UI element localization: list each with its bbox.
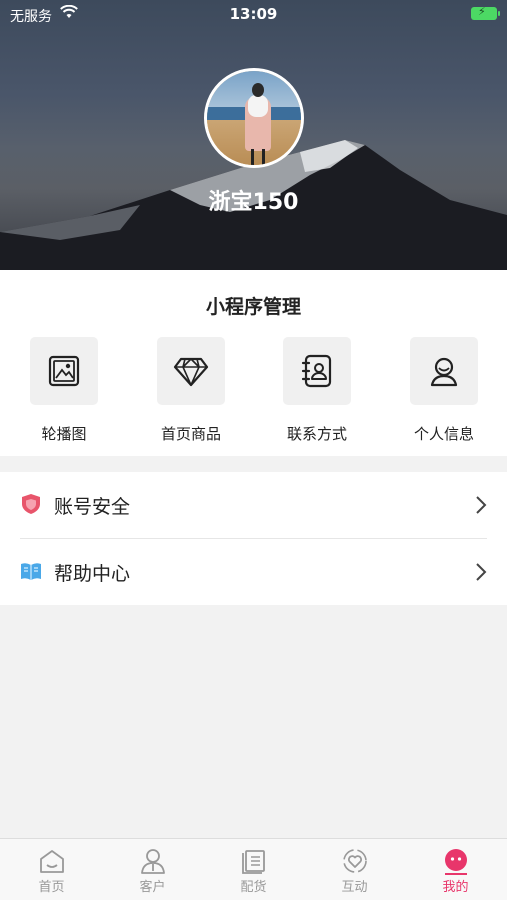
- status-time: 13:09: [229, 5, 278, 23]
- menu-item-label: 账号安全: [54, 496, 131, 518]
- person-icon: [430, 357, 458, 387]
- tab-label: 首页: [38, 880, 65, 895]
- profile-header: 无服务 13:09 ⚡ 浙宝150: [0, 0, 507, 270]
- clipboard-icon: [242, 850, 265, 874]
- mini-program-management-section: 小程序管理 轮播图 首页商品 联系方式 个人信息: [0, 270, 507, 456]
- heart-interaction-icon: [343, 849, 367, 873]
- menu-item-help-center[interactable]: 帮助中心: [0, 539, 507, 605]
- tab-label: 互动: [341, 880, 368, 895]
- image-carousel-icon: [48, 355, 80, 387]
- tab-label: 客户: [139, 880, 166, 895]
- tab-customers[interactable]: 客户: [102, 839, 203, 900]
- status-bar: 无服务 13:09 ⚡: [0, 0, 507, 28]
- bottom-tab-bar: 首页 客户 配货 互动 我的: [0, 838, 507, 900]
- grid-item-personal-info[interactable]: 个人信息: [394, 337, 494, 447]
- tab-interaction[interactable]: 互动: [304, 839, 405, 900]
- battery-icon: ⚡: [471, 5, 500, 20]
- grid-item-label: 个人信息: [413, 425, 474, 443]
- customer-icon: [141, 849, 165, 874]
- menu-item-account-security[interactable]: 账号安全: [0, 472, 507, 539]
- shield-icon: [22, 494, 40, 514]
- grid-item-home-products[interactable]: 首页商品: [141, 337, 241, 447]
- tab-label: 配货: [240, 880, 267, 895]
- tab-distribution[interactable]: 配货: [203, 839, 304, 900]
- chevron-right-icon: [476, 496, 487, 514]
- username: 浙宝150: [208, 190, 299, 215]
- diamond-icon: [173, 357, 209, 387]
- grid-item-label: 轮播图: [41, 425, 87, 443]
- grid-item-label: 联系方式: [286, 425, 347, 443]
- grid-item-carousel[interactable]: 轮播图: [14, 337, 114, 447]
- section-title: 小程序管理: [205, 296, 301, 318]
- contacts-book-icon: [301, 354, 332, 388]
- settings-menu: 账号安全 帮助中心: [0, 472, 507, 605]
- avatar[interactable]: [204, 68, 304, 168]
- profile-face-icon: [445, 849, 467, 875]
- book-icon: [21, 563, 41, 580]
- menu-item-label: 帮助中心: [54, 563, 131, 585]
- tab-home[interactable]: 首页: [1, 839, 102, 900]
- grid-item-contact[interactable]: 联系方式: [267, 337, 367, 447]
- chevron-right-icon: [476, 563, 487, 581]
- home-icon: [40, 850, 64, 873]
- tab-label: 我的: [442, 880, 469, 895]
- tab-mine[interactable]: 我的: [405, 839, 506, 900]
- grid-item-label: 首页商品: [160, 425, 221, 443]
